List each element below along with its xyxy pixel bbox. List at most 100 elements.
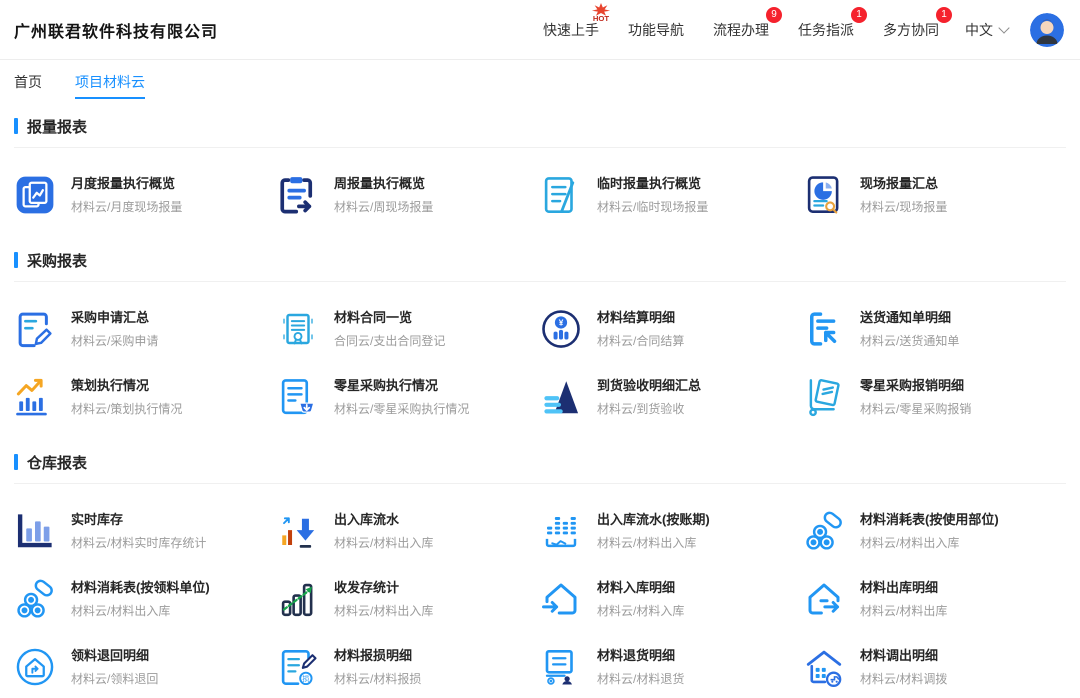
- report-card[interactable]: 材料消耗表(按使用部位)材料云/材料出入库: [803, 510, 1066, 552]
- report-card-text: 材料调出明细材料云/材料调拨: [860, 648, 947, 686]
- report-card[interactable]: 采购申请汇总材料云/采购申请: [14, 308, 277, 350]
- report-path: 材料云/材料出库: [860, 604, 947, 618]
- report-path: 材料云/零星采购执行情况: [334, 402, 469, 416]
- nav-item-label: 流程办理: [713, 22, 769, 38]
- nav-item-label: 任务指派: [798, 22, 854, 38]
- nav-item-3[interactable]: 流程办理9: [713, 20, 769, 40]
- report-title: 材料报损明细: [334, 648, 421, 664]
- company-name: 广州联君软件科技有限公司: [14, 18, 218, 42]
- report-card[interactable]: 材料出库明细材料云/材料出库: [803, 578, 1066, 620]
- chevron-down-icon: [998, 22, 1009, 33]
- report-card[interactable]: 出入库流水(按账期) 材料云/材料出入库: [540, 510, 803, 552]
- report-card-text: 材料入库明细材料云/材料入库: [597, 580, 684, 618]
- monthly-report-overview-icon: [14, 174, 56, 216]
- report-path: 材料云/临时现场报量: [597, 200, 708, 214]
- report-title: 领料退回明细: [71, 648, 158, 664]
- report-card-text: 零星采购执行情况材料云/零星采购执行情况: [334, 378, 469, 416]
- report-card[interactable]: 零星采购报销明细材料云/零星采购报销: [803, 376, 1066, 418]
- svg-text:损: 损: [302, 674, 309, 683]
- report-path: 材料云/采购申请: [71, 334, 158, 348]
- tab-bar: 首页项目材料云: [0, 60, 1080, 104]
- report-title: 材料出库明细: [860, 580, 947, 596]
- report-path: 合同云/支出合同登记: [334, 334, 445, 348]
- report-card-text: 现场报量汇总材料云/现场报量: [860, 176, 947, 214]
- report-title: 策划执行情况: [71, 378, 182, 394]
- material-inbound-icon: [540, 578, 582, 620]
- report-card[interactable]: 周报量执行概览材料云/周现场报量: [277, 174, 540, 216]
- report-card-text: 出入库流水材料云/材料出入库: [334, 512, 433, 550]
- report-sections: 报量报表月度报量执行概览材料云/月度现场报量周报量执行概览材料云/周现场报量 临时…: [0, 116, 1080, 698]
- report-title: 送货通知单明细: [860, 310, 959, 326]
- report-title: 收发存统计: [334, 580, 433, 596]
- report-card-text: 材料消耗表(按领料单位)材料云/材料出入库: [71, 580, 210, 618]
- report-card-text: 材料退货明细材料云/材料退货: [597, 648, 684, 686]
- report-card[interactable]: ¥材料结算明细材料云/合同结算: [540, 308, 803, 350]
- report-card-text: 材料合同一览合同云/支出合同登记: [334, 310, 445, 348]
- report-card[interactable]: 领料退回明细材料云/领料退回: [14, 646, 277, 688]
- report-card[interactable]: 损材料报损明细材料云/材料报损: [277, 646, 540, 688]
- nav-item-4[interactable]: 任务指派1: [798, 20, 854, 40]
- report-title: 材料入库明细: [597, 580, 684, 596]
- report-path: 材料云/送货通知单: [860, 334, 959, 348]
- consumption-by-unit-icon: [14, 578, 56, 620]
- section-divider: [14, 147, 1066, 148]
- report-card-text: 收发存统计材料云/材料出入库: [334, 580, 433, 618]
- section-title: 报量报表: [14, 116, 1066, 136]
- material-transfer-icon: [803, 646, 845, 688]
- report-card[interactable]: 收发存统计材料云/材料出入库: [277, 578, 540, 620]
- requisition-return-icon: [14, 646, 56, 688]
- language-switcher[interactable]: 中文: [965, 20, 1008, 40]
- report-grid: 采购申请汇总材料云/采购申请 材料合同一览合同云/支出合同登记 ¥材料结算明细材料云…: [14, 308, 1066, 440]
- report-card-text: 出入库流水(按账期) 材料云/材料出入库: [597, 512, 710, 550]
- nav-item-label: 多方协同: [883, 22, 939, 38]
- hot-badge-icon: HOT: [587, 3, 615, 23]
- report-title: 出入库流水(按账期): [597, 512, 710, 528]
- report-title: 材料调出明细: [860, 648, 947, 664]
- report-path: 材料云/零星采购报销: [860, 402, 971, 416]
- svg-text:HOT: HOT: [593, 14, 610, 23]
- report-card[interactable]: 材料消耗表(按领料单位)材料云/材料出入库: [14, 578, 277, 620]
- report-card[interactable]: 出入库流水材料云/材料出入库: [277, 510, 540, 552]
- report-title: 出入库流水: [334, 512, 433, 528]
- report-card[interactable]: 材料退货明细材料云/材料退货: [540, 646, 803, 688]
- report-title: 到货验收明细汇总: [597, 378, 701, 394]
- report-card[interactable]: 零星采购执行情况材料云/零星采购执行情况: [277, 376, 540, 418]
- report-card-text: 策划执行情况材料云/策划执行情况: [71, 378, 182, 416]
- purchase-request-icon: [14, 308, 56, 350]
- material-damage-icon: 损: [277, 646, 319, 688]
- temporary-report-overview-icon: [540, 174, 582, 216]
- report-card[interactable]: 临时报量执行概览材料云/临时现场报量: [540, 174, 803, 216]
- report-card[interactable]: 送货通知单明细材料云/送货通知单: [803, 308, 1066, 350]
- nav-item-2[interactable]: 功能导航: [628, 20, 684, 40]
- report-card[interactable]: 策划执行情况材料云/策划执行情况: [14, 376, 277, 418]
- report-section: 采购报表采购申请汇总材料云/采购申请 材料合同一览合同云/支出合同登记 ¥材料结算明…: [14, 250, 1066, 440]
- report-card[interactable]: 月度报量执行概览材料云/月度现场报量: [14, 174, 277, 216]
- report-card[interactable]: 材料调出明细材料云/材料调拨: [803, 646, 1066, 688]
- report-path: 材料云/周现场报量: [334, 200, 433, 214]
- delivery-notice-icon: [803, 308, 845, 350]
- section-title: 采购报表: [14, 250, 1066, 270]
- nav-item-1[interactable]: 快速上手HOT: [543, 20, 599, 40]
- report-path: 材料云/材料出入库: [597, 536, 710, 550]
- report-card-text: 临时报量执行概览材料云/临时现场报量: [597, 176, 708, 214]
- report-card[interactable]: 现场报量汇总材料云/现场报量: [803, 174, 1066, 216]
- report-card[interactable]: 到货验收明细汇总材料云/到货验收: [540, 376, 803, 418]
- report-card-text: 送货通知单明细材料云/送货通知单: [860, 310, 959, 348]
- tab-2[interactable]: 项目材料云: [75, 60, 145, 104]
- nav-item-5[interactable]: 多方协同1: [883, 20, 939, 40]
- sporadic-reimbursement-icon: [803, 376, 845, 418]
- report-path: 材料云/材料出入库: [71, 604, 210, 618]
- report-card[interactable]: 实时库存材料云/材料实时库存统计: [14, 510, 277, 552]
- section-title: 仓库报表: [14, 452, 1066, 472]
- report-card[interactable]: 材料合同一览合同云/支出合同登记: [277, 308, 540, 350]
- inout-flow-icon: [277, 510, 319, 552]
- notification-badge: 9: [766, 7, 782, 23]
- language-label: 中文: [965, 20, 993, 40]
- report-title: 月度报量执行概览: [71, 176, 182, 192]
- report-card[interactable]: 材料入库明细材料云/材料入库: [540, 578, 803, 620]
- report-title: 材料消耗表(按使用部位): [860, 512, 999, 528]
- user-avatar[interactable]: [1030, 13, 1064, 47]
- site-report-summary-icon: [803, 174, 845, 216]
- report-title: 材料合同一览: [334, 310, 445, 326]
- tab-1[interactable]: 首页: [14, 60, 42, 104]
